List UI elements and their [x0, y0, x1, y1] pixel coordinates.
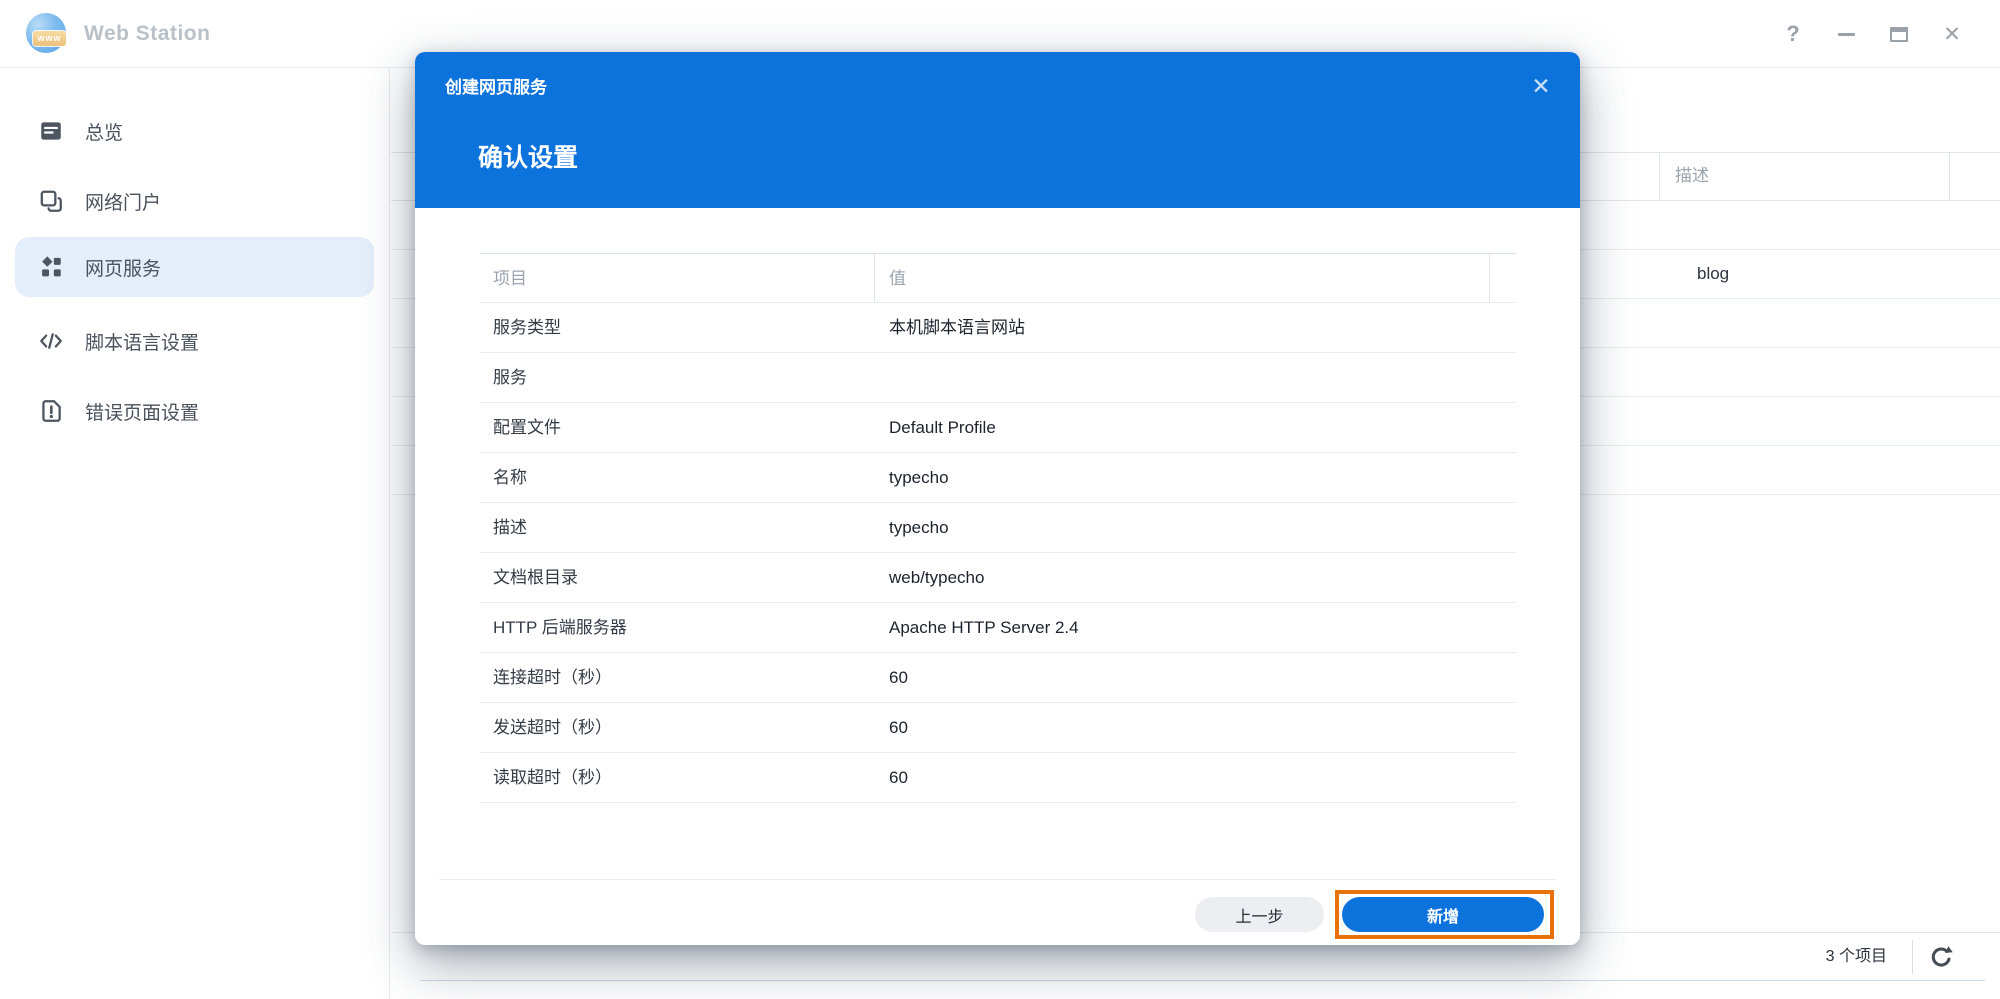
app-title: Web Station: [84, 22, 211, 45]
row-value: web/typecho: [889, 568, 985, 587]
sidebar-item-overview[interactable]: 总览: [15, 101, 374, 161]
sidebar-item-error-page[interactable]: 错误页面设置: [15, 381, 374, 441]
row-label: 文档根目录: [493, 568, 578, 587]
row-value: Default Profile: [889, 418, 996, 437]
sidebar: 总览 网络门户 网页服务 脚本语言设置 错误页面设置: [0, 68, 390, 999]
sidebar-item-label: 脚本语言设置: [85, 332, 200, 354]
www-badge-icon: www: [33, 31, 66, 46]
dialog-step-title: 确认设置: [478, 144, 579, 172]
row-label: 描述: [493, 518, 527, 537]
table-row: 读取超时（秒） 60: [480, 753, 1516, 803]
table-header-row: 项目 值: [480, 254, 1516, 303]
row-value: 60: [889, 718, 908, 737]
table-cell-description: blog: [1697, 264, 1730, 283]
row-label: 名称: [493, 468, 527, 487]
sidebar-item-script-language[interactable]: 脚本语言设置: [15, 311, 374, 371]
column-header-description[interactable]: 描述: [1675, 152, 1709, 200]
sidebar-item-label: 网络门户: [85, 192, 162, 214]
web-service-icon: [42, 256, 61, 277]
row-label: 发送超时（秒）: [493, 718, 612, 737]
sidebar-item-web-service[interactable]: 网页服务: [15, 237, 374, 297]
minimize-icon[interactable]: [1830, 18, 1862, 50]
table-row: 发送超时（秒） 60: [480, 703, 1516, 753]
refresh-icon[interactable]: [1926, 944, 1956, 971]
table-row: 名称 typecho: [480, 453, 1516, 503]
row-value: typecho: [889, 518, 949, 537]
previous-step-button[interactable]: 上一步: [1195, 897, 1324, 932]
table-row: 连接超时（秒） 60: [480, 653, 1516, 703]
table-row: HTTP 后端服务器 Apache HTTP Server 2.4: [480, 603, 1516, 653]
header-value: 值: [875, 254, 1490, 302]
sidebar-item-label: 网页服务: [85, 258, 162, 280]
add-button[interactable]: 新增: [1342, 897, 1544, 932]
items-count: 3 个项目: [1825, 948, 1887, 965]
confirm-settings-table: 项目 值 服务类型 本机脚本语言网站 服务 配置文件 Default Profi…: [480, 253, 1516, 803]
header-item: 项目: [480, 254, 875, 302]
table-row: 服务类型 本机脚本语言网站: [480, 303, 1516, 353]
table-row: 描述 typecho: [480, 503, 1516, 553]
error-page-icon: [42, 400, 61, 422]
overview-icon: [41, 122, 61, 140]
web-station-window: www Web Station ? ✕ 总览 网络门户 网页服务 脚本语言设置 …: [0, 0, 2000, 999]
footer-divider: [439, 879, 1556, 880]
table-row: 配置文件 Default Profile: [480, 403, 1516, 453]
dialog-header: 创建网页服务 确认设置 ✕: [415, 52, 1580, 208]
script-language-icon: [40, 333, 62, 349]
row-label: HTTP 后端服务器: [493, 618, 627, 637]
web-portal-icon: [40, 190, 62, 212]
maximize-icon[interactable]: [1883, 18, 1915, 50]
row-label: 服务类型: [493, 318, 561, 337]
row-value: 60: [889, 668, 908, 687]
row-value: [875, 353, 1490, 402]
sidebar-item-label: 总览: [85, 122, 124, 144]
row-value: Apache HTTP Server 2.4: [889, 618, 1079, 637]
dialog-close-icon[interactable]: ✕: [1523, 68, 1559, 104]
row-label: 读取超时（秒）: [493, 768, 612, 787]
statusbar-divider: [1912, 940, 1913, 974]
help-icon[interactable]: ?: [1777, 18, 1809, 50]
row-label: 配置文件: [493, 418, 561, 437]
dialog-title: 创建网页服务: [445, 78, 547, 97]
row-value: 本机脚本语言网站: [889, 318, 1025, 337]
sidebar-item-label: 错误页面设置: [85, 402, 200, 424]
sidebar-item-web-portal[interactable]: 网络门户: [15, 171, 374, 231]
window-close-icon[interactable]: ✕: [1936, 18, 1968, 50]
row-label: 服务: [493, 368, 527, 387]
table-row: 文档根目录 web/typecho: [480, 553, 1516, 603]
row-value: typecho: [889, 468, 949, 487]
table-row: 服务: [480, 353, 1516, 403]
row-label: 连接超时（秒）: [493, 668, 612, 687]
create-web-service-dialog: 创建网页服务 确认设置 ✕ 项目 值 服务类型 本机脚本语言网站 服务 配置文件…: [415, 52, 1580, 945]
row-value: 60: [889, 768, 908, 787]
